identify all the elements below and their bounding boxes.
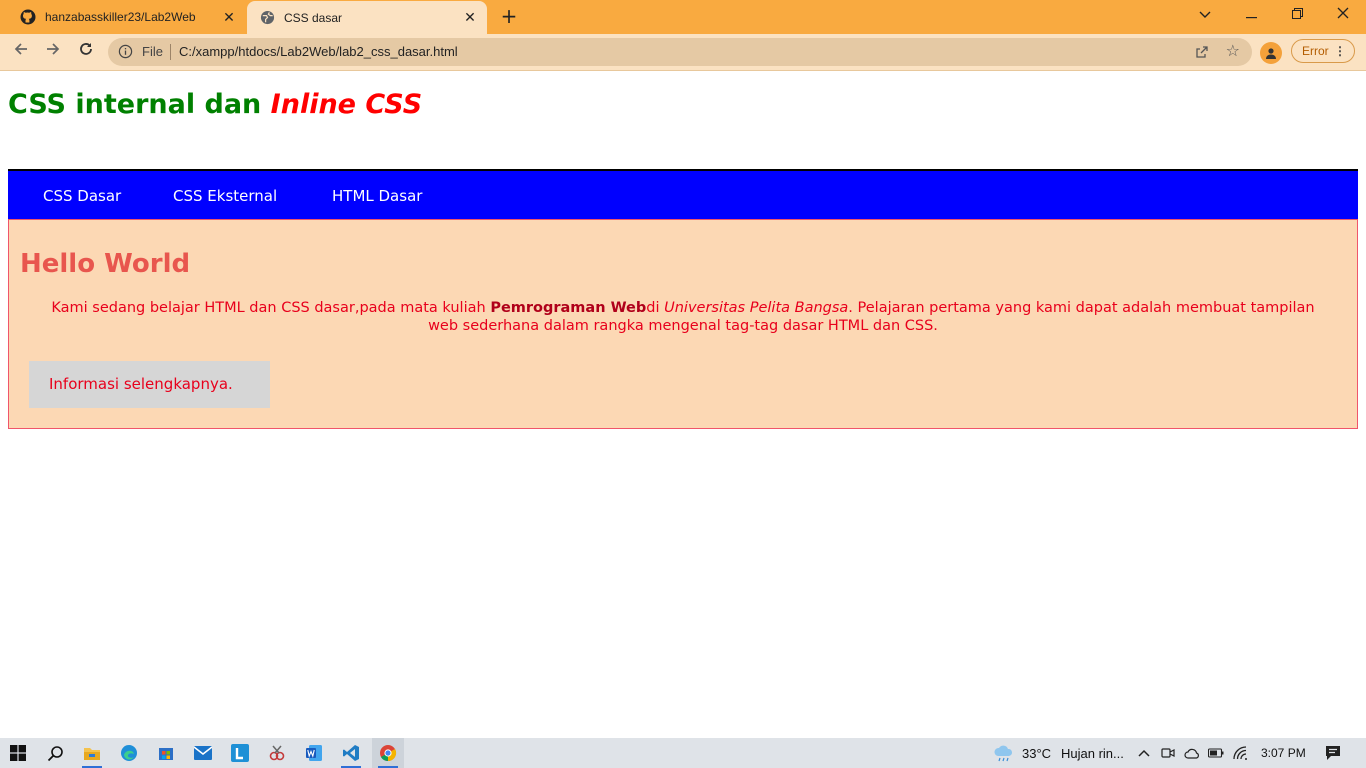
windows-start-icon[interactable] (2, 738, 34, 768)
browser-toolbar: File C:/xampp/htdocs/Lab2Web/lab2_css_da… (0, 34, 1366, 71)
windows-taskbar: 33°C Hujan rin... 3:07 PM (0, 738, 1366, 768)
paragraph-italic: Universitas Pelita Bangsa (664, 300, 849, 316)
content-box: Hello World Kami sedang belajar HTML dan… (8, 219, 1358, 429)
menu-kebab-icon[interactable]: ⋮ (1334, 40, 1346, 62)
url-text[interactable]: C:/xampp/htdocs/Lab2Web/lab2_css_dasar.h… (179, 44, 458, 59)
page-title-plain: CSS internal dan (8, 89, 271, 120)
new-tab-button[interactable]: + (498, 5, 520, 27)
restore-icon[interactable] (1274, 0, 1320, 30)
weather-temp[interactable]: 33°C (1022, 746, 1051, 761)
scheme-label: File (142, 44, 163, 59)
main-nav: CSS Dasar CSS Eksternal HTML Dasar (8, 169, 1358, 219)
page-title-italic: Inline CSS (270, 89, 423, 120)
bookmark-star-icon[interactable]: ☆ (1226, 41, 1240, 60)
back-arrow-icon[interactable] (9, 40, 33, 64)
github-icon (20, 9, 36, 25)
paragraph-text: di (646, 300, 665, 316)
close-tab-icon[interactable]: ✕ (220, 9, 238, 26)
word-icon[interactable] (298, 738, 330, 768)
nav-link-css-eksternal[interactable]: CSS Eksternal (173, 187, 277, 205)
nav-link-css-dasar[interactable]: CSS Dasar (43, 187, 121, 205)
weather-desc[interactable]: Hujan rin... (1061, 746, 1124, 761)
snipping-tool-icon[interactable] (261, 738, 293, 768)
close-tab-icon[interactable]: ✕ (461, 9, 479, 26)
weather-rain-icon[interactable] (988, 738, 1020, 768)
tab-search-icon[interactable] (1182, 0, 1228, 30)
edge-icon[interactable] (113, 738, 145, 768)
notification-center-icon[interactable] (1317, 738, 1349, 768)
globe-icon (259, 10, 275, 26)
store-icon[interactable] (150, 738, 182, 768)
reload-icon[interactable] (74, 40, 98, 64)
profile-error-button[interactable]: Error ⋮ (1291, 39, 1355, 63)
search-icon[interactable] (39, 738, 71, 768)
tab-css-dasar[interactable]: CSS dasar ✕ (247, 1, 487, 34)
hello-heading: Hello World (20, 249, 191, 279)
tab-title: CSS dasar (284, 10, 343, 25)
close-window-icon[interactable] (1320, 0, 1366, 30)
l-app-icon[interactable] (224, 738, 256, 768)
vscode-icon[interactable] (335, 738, 367, 768)
tab-title: hanzabasskiller23/Lab2Web (45, 10, 196, 24)
tab-github[interactable]: hanzabasskiller23/Lab2Web ✕ (0, 0, 246, 34)
address-bar[interactable]: File C:/xampp/htdocs/Lab2Web/lab2_css_da… (108, 38, 1252, 66)
minimize-icon[interactable] (1228, 0, 1274, 30)
nav-link-html-dasar[interactable]: HTML Dasar (332, 187, 422, 205)
more-info-button[interactable]: Informasi selengkapnya. (29, 361, 270, 408)
wifi-icon[interactable] (1225, 738, 1257, 768)
info-icon[interactable] (118, 44, 133, 63)
forward-arrow-icon[interactable] (41, 40, 65, 64)
system-clock[interactable]: 3:07 PM (1261, 746, 1306, 760)
page-title: CSS internal dan Inline CSS (8, 89, 422, 120)
paragraph-bold: Pemrograman Web (490, 300, 647, 316)
error-label: Error (1302, 44, 1329, 58)
chrome-icon[interactable] (372, 738, 404, 768)
browser-tab-strip: hanzabasskiller23/Lab2Web ✕ CSS dasar ✕ … (0, 0, 1366, 34)
intro-paragraph: Kami sedang belajar HTML dan CSS dasar,p… (39, 299, 1327, 335)
divider (170, 44, 171, 60)
share-icon[interactable] (1194, 44, 1210, 64)
file-explorer-icon[interactable] (76, 738, 108, 768)
mail-icon[interactable] (187, 738, 219, 768)
profile-avatar-icon[interactable] (1260, 42, 1282, 64)
paragraph-text: Kami sedang belajar HTML dan CSS dasar,p… (51, 300, 491, 316)
